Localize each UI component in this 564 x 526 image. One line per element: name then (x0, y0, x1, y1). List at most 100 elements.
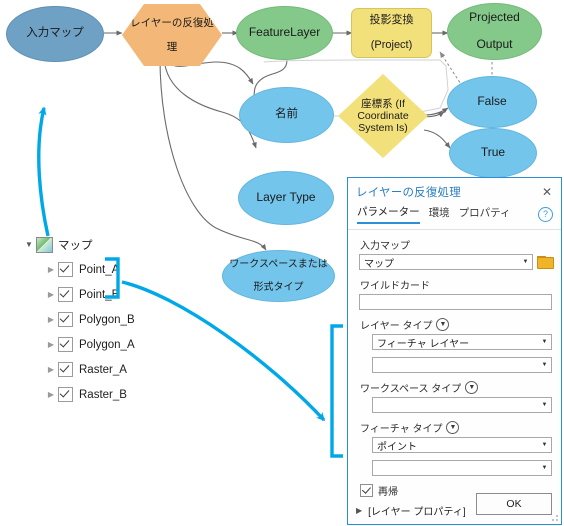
tree-item-label: Polygon_B (79, 313, 135, 326)
chevron-down-icon[interactable]: ▼ (519, 255, 532, 269)
node-coordinate-line2: Coordinate (357, 109, 409, 122)
node-projected-output[interactable]: Projected Output (447, 3, 542, 60)
node-layer-type[interactable]: Layer Type (238, 171, 334, 225)
dialog-tabs: パラメーター 環境 プロパティ ? (348, 202, 561, 224)
input-map-combobox[interactable]: マップ ▼ (359, 254, 533, 270)
tree-row-point-a[interactable]: ▶ Point_A (22, 257, 212, 282)
row-workspace-type: ▼ (372, 397, 552, 413)
expander-collapsed-icon[interactable]: ▶ (44, 263, 58, 277)
row-layer-type-2: ▼ (372, 357, 552, 373)
node-coordinate-line1: 座標系 (If (361, 97, 405, 110)
contents-layer-tree[interactable]: ▼ マップ ▶ Point_A ▶ Point_B ▶ Polygon_B ▶ … (22, 232, 212, 407)
chevron-down-circle-icon[interactable]: ▼ (436, 318, 450, 331)
node-iterate-layers-line2: 理 (166, 41, 178, 54)
node-project-tool[interactable]: 投影変換 (Project) (351, 8, 432, 58)
node-projected-output-line1: Projected (469, 9, 520, 24)
expander-collapsed-icon[interactable]: ▶ (44, 313, 58, 327)
help-icon[interactable]: ? (538, 206, 553, 222)
tree-root-label: マップ (58, 239, 93, 252)
feature-type-combobox-1[interactable]: ポイント ▼ (372, 437, 552, 453)
tree-row-point-b[interactable]: ▶ Point_B (22, 282, 212, 307)
node-false-label: False (477, 94, 507, 109)
tree-row-raster-a[interactable]: ▶ Raster_A (22, 357, 212, 382)
expander-collapsed-icon[interactable]: ▶ (44, 288, 58, 302)
layer-type-combobox-2[interactable]: ▼ (372, 357, 552, 373)
node-workspace-type[interactable]: ワークスペースまたは 形式タイプ (222, 250, 335, 302)
recursive-checkbox[interactable] (360, 484, 373, 497)
expander-collapsed-icon[interactable]: ▶ (44, 363, 58, 377)
node-project-line1: 投影変換 (369, 14, 414, 27)
close-icon[interactable]: ✕ (540, 185, 554, 199)
node-name-label: 名前 (275, 108, 298, 121)
layer-visibility-checkbox[interactable] (58, 362, 73, 377)
node-input-map[interactable]: 入力マップ (6, 6, 104, 62)
tree-row-polygon-a[interactable]: ▶ Polygon_A (22, 332, 212, 357)
label-workspace-type: ワークスペース タイプ ▼ (360, 380, 552, 395)
node-feature-layer[interactable]: FeatureLayer (236, 6, 333, 60)
expander-open-icon[interactable]: ▼ (22, 238, 36, 252)
feature-type-combobox-2[interactable]: ▼ (372, 460, 552, 476)
label-workspace-type-text: ワークスペース タイプ (360, 384, 462, 395)
node-true-output[interactable]: True (449, 128, 537, 178)
dialog-title-bar: レイヤーの反復処理 ✕ (348, 178, 561, 202)
tree-item-label: Polygon_A (79, 338, 135, 351)
node-name[interactable]: 名前 (239, 87, 334, 143)
chevron-down-icon[interactable]: ▼ (538, 398, 551, 412)
layer-visibility-checkbox[interactable] (58, 262, 73, 277)
chevron-down-icon[interactable]: ▼ (538, 461, 551, 475)
tree-item-label: Point_A (79, 263, 120, 276)
layer-visibility-checkbox[interactable] (58, 287, 73, 302)
node-iterate-layers-label: レイヤーの反復処 理 (124, 17, 220, 53)
expander-collapsed-icon[interactable]: ▶ (44, 338, 58, 352)
chevron-down-circle-icon[interactable]: ▼ (465, 381, 479, 394)
recursive-label: 再帰 (378, 487, 398, 498)
workspace-type-combobox[interactable]: ▼ (372, 397, 552, 413)
label-layer-type-text: レイヤー タイプ (360, 321, 433, 332)
chevron-down-icon[interactable]: ▼ (538, 438, 551, 452)
chevron-down-icon[interactable]: ▼ (538, 358, 551, 372)
tree-item-label: Raster_B (79, 388, 127, 401)
wildcard-input[interactable] (359, 294, 552, 310)
tree-row-raster-b[interactable]: ▶ Raster_B (22, 382, 212, 407)
dialog-footer: OK (476, 493, 552, 515)
label-layer-type: レイヤー タイプ ▼ (360, 317, 552, 332)
row-feature-type-2: ▼ (372, 460, 552, 476)
tab-properties[interactable]: プロパティ (459, 205, 511, 223)
tab-parameters[interactable]: パラメーター (357, 204, 420, 224)
node-false-output[interactable]: False (447, 76, 537, 128)
ok-button[interactable]: OK (476, 493, 552, 515)
node-layer-type-label: Layer Type (256, 190, 316, 205)
label-wildcard: ワイルドカード (360, 277, 552, 292)
screenshot-root: 入力マップ レイヤーの反復処 理 FeatureLayer 投影変換 (Proj… (0, 0, 564, 526)
node-workspace-type-label: ワークスペースまたは 形式タイプ (223, 259, 334, 294)
resize-grip-icon[interactable] (552, 515, 559, 522)
tab-environments[interactable]: 環境 (429, 205, 450, 223)
tree-row-map[interactable]: ▼ マップ (22, 232, 212, 257)
map-icon (36, 236, 53, 253)
layer-visibility-checkbox[interactable] (58, 312, 73, 327)
label-feature-type-text: フィーチャ タイプ (360, 424, 443, 435)
expander-collapsed-icon[interactable]: ▶ (44, 388, 58, 402)
layer-visibility-checkbox[interactable] (58, 387, 73, 402)
layer-type-value-1: フィーチャ レイヤー (377, 338, 470, 350)
layer-visibility-checkbox[interactable] (58, 337, 73, 352)
node-coordinate-line3: System Is) (358, 122, 408, 135)
node-workspace-line1: ワークスペースまたは (229, 258, 328, 270)
label-wildcard-text: ワイルドカード (360, 281, 430, 292)
node-coordinate-system[interactable]: 座標系 (If Coordinate System Is) (338, 74, 428, 158)
node-input-map-label: 入力マップ (26, 27, 84, 40)
label-input-map: 入力マップ (360, 237, 552, 252)
tree-item-label: Point_B (79, 288, 120, 301)
iterate-layers-dialog[interactable]: レイヤーの反復処理 ✕ パラメーター 環境 プロパティ ? 入力マップ マップ … (347, 177, 562, 525)
dialog-title: レイヤーの反復処理 (356, 187, 461, 199)
label-feature-type: フィーチャ タイプ ▼ (360, 420, 552, 435)
node-project-line2: (Project) (370, 39, 413, 52)
chevron-down-circle-icon[interactable]: ▼ (446, 421, 460, 434)
tree-row-polygon-b[interactable]: ▶ Polygon_B (22, 307, 212, 332)
node-projected-output-line2: Output (476, 37, 513, 52)
chevron-down-icon[interactable]: ▼ (538, 335, 551, 349)
node-true-label: True (480, 145, 506, 160)
expander-collapsed-icon[interactable]: ▶ (356, 506, 362, 515)
layer-type-combobox-1[interactable]: フィーチャ レイヤー ▼ (372, 334, 552, 350)
folder-browse-icon[interactable] (537, 255, 554, 269)
